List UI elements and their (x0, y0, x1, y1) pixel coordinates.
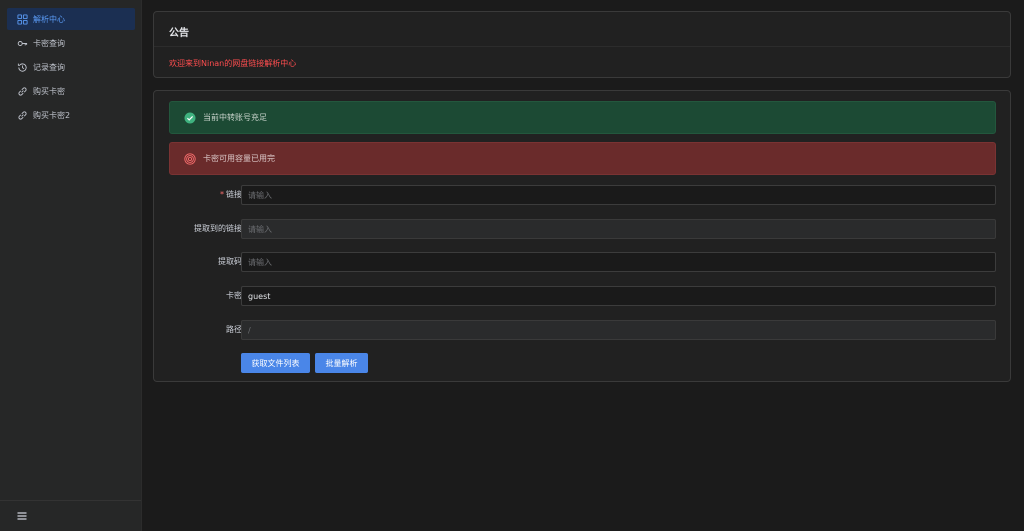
error-circle-icon (184, 152, 196, 165)
card-input[interactable] (241, 286, 996, 306)
grid-icon (17, 13, 28, 25)
sidebar-item-card-query[interactable]: 卡密查询 (7, 32, 135, 54)
success-alert: 当前中转账号充足 (169, 101, 996, 134)
divider (154, 46, 1010, 47)
sidebar-item-record-query[interactable]: 记录查询 (7, 56, 135, 78)
link-input[interactable] (241, 185, 996, 205)
key-icon (17, 38, 28, 49)
extracted-link-label: 提取到的链接 (194, 224, 242, 233)
sidebar-item-buy-card[interactable]: 购买卡密 (7, 80, 135, 102)
sidebar-footer (0, 500, 141, 531)
get-file-list-button[interactable]: 获取文件列表 (241, 353, 310, 373)
link-icon (17, 110, 28, 121)
sidebar-item-label: 购买卡密 (33, 86, 65, 96)
form-row-extracted-link: 提取到的链接 (154, 219, 1012, 239)
form-row-card: 卡密 (154, 286, 1012, 306)
link-label-text: 链接 (226, 190, 242, 199)
notice-text: 欢迎来到Ninan的网盘链接解析中心 (169, 59, 297, 68)
card-label: 卡密 (226, 291, 242, 300)
required-mark: * (220, 190, 224, 199)
link-label: * 链接 (220, 185, 242, 205)
notice-card: 公告 欢迎来到Ninan的网盘链接解析中心 (153, 11, 1011, 78)
sidebar-item-parse-center[interactable]: 解析中心 (7, 8, 135, 30)
sidebar-item-label: 记录查询 (33, 62, 65, 72)
code-label: 提取码 (218, 257, 242, 266)
menu-icon[interactable] (16, 507, 28, 526)
form-row-link: * 链接 (154, 185, 1012, 205)
batch-parse-button[interactable]: 批量解析 (315, 353, 368, 373)
main-content: 公告 欢迎来到Ninan的网盘链接解析中心 当前中转账号充足 卡密可用容量已用完… (142, 0, 1024, 531)
sidebar-item-buy-card-2[interactable]: 购买卡密2 (7, 104, 135, 126)
path-input (241, 320, 996, 340)
success-alert-text: 当前中转账号充足 (203, 113, 267, 122)
sidebar-menu: 解析中心 卡密查询 记录查询 购买卡密 购买卡密2 (0, 0, 141, 126)
path-label: 路径 (226, 325, 242, 334)
sidebar-item-label: 卡密查询 (33, 38, 65, 48)
parse-form-card: 当前中转账号充足 卡密可用容量已用完 *链接 提取到的链接 提取码 (153, 90, 1011, 382)
code-input[interactable] (241, 252, 996, 272)
notice-title: 公告 (169, 28, 189, 39)
history-icon (17, 62, 28, 73)
error-alert-text: 卡密可用容量已用完 (203, 154, 275, 163)
link-icon (17, 86, 28, 97)
sidebar-item-label: 购买卡密2 (33, 110, 71, 120)
check-circle-icon (184, 112, 196, 124)
extracted-link-input (241, 219, 996, 239)
sidebar: 解析中心 卡密查询 记录查询 购买卡密 购买卡密2 (0, 0, 142, 531)
form-row-code: 提取码 (154, 252, 1012, 272)
error-alert: 卡密可用容量已用完 (169, 142, 996, 175)
app-window: 解析中心 卡密查询 记录查询 购买卡密 购买卡密2 公告 欢迎来到Ninan的网… (0, 0, 1024, 531)
sidebar-item-label: 解析中心 (33, 14, 65, 24)
form-row-path: 路径 (154, 320, 1012, 340)
